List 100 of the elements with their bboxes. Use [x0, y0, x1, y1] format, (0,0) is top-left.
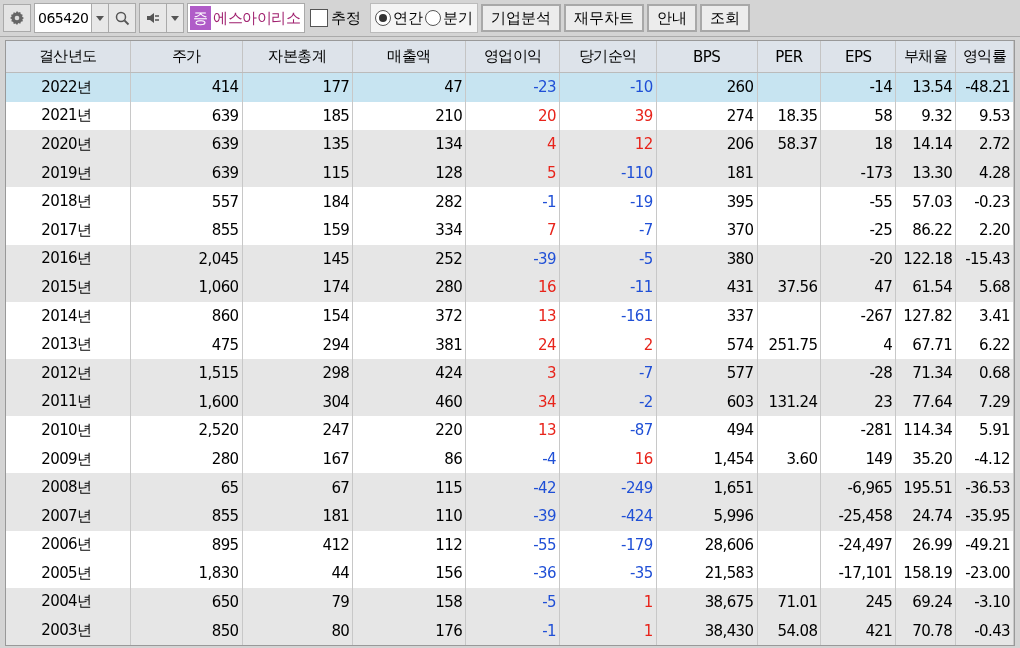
column-header[interactable]: 매출액: [353, 41, 467, 72]
column-header[interactable]: 당기순익: [559, 41, 657, 72]
table-cell: -179: [621, 535, 653, 554]
column-header[interactable]: 결산년도: [6, 41, 131, 72]
table-cell: 67: [331, 478, 350, 497]
table-cell: -1: [542, 192, 556, 211]
table-cell: -6,965: [847, 478, 893, 497]
table-cell: 128: [435, 164, 463, 183]
table-cell: 395: [726, 192, 754, 211]
column-header[interactable]: EPS: [821, 41, 897, 72]
table-cell: 174: [322, 278, 350, 297]
column-header[interactable]: 영업이익: [466, 41, 560, 72]
period-label: 분기: [443, 8, 474, 28]
table-cell: 2007년: [41, 506, 92, 526]
period-radio[interactable]: [375, 10, 392, 26]
table-cell: 12: [634, 135, 653, 154]
column-header[interactable]: 영익률: [956, 41, 1014, 72]
table-cell: 69.24: [912, 593, 953, 611]
toolbar-button[interactable]: 기업분석: [481, 4, 562, 32]
table-cell: 28,606: [704, 535, 754, 554]
table-cell: -3.10: [974, 593, 1011, 611]
table-cell: 13.30: [912, 164, 953, 183]
table-cell: 2018년: [41, 192, 92, 212]
estimate-checkbox[interactable]: [310, 9, 329, 27]
table-cell: 13: [538, 307, 556, 326]
company-name-field[interactable]: 증 에스아이리소: [187, 3, 306, 33]
dropdown-button[interactable]: [166, 4, 184, 32]
table-cell: 38,675: [704, 593, 754, 611]
settings-button[interactable]: [3, 4, 31, 32]
table-cell: 38,430: [704, 621, 754, 640]
table-cell: 67.71: [912, 335, 953, 354]
table-cell: -1: [542, 621, 556, 640]
table-cell: 71.34: [912, 364, 953, 383]
table-cell: 54.08: [777, 621, 818, 640]
table-cell: 280: [435, 278, 463, 297]
table-cell: 2013년: [41, 335, 92, 355]
table-cell: 167: [322, 450, 350, 468]
table-cell: 58: [874, 106, 893, 125]
period-radio[interactable]: [425, 10, 442, 26]
table-cell: 2021년: [41, 106, 92, 126]
table-cell: 424: [435, 364, 463, 383]
table-cell: 115: [435, 478, 463, 497]
column-header[interactable]: 부채율: [896, 41, 957, 72]
table-cell: 2009년: [41, 449, 92, 469]
table-cell: 2008년: [41, 478, 92, 498]
table-cell: 65: [220, 478, 239, 497]
table-cell: 71.01: [777, 593, 818, 611]
column-header[interactable]: BPS: [656, 41, 758, 72]
table-cell: -7: [638, 364, 653, 383]
table-cell: -249: [621, 478, 653, 497]
table-cell: 58.37: [777, 135, 818, 154]
column-header[interactable]: 자본총계: [242, 41, 354, 72]
table-cell: 21,583: [704, 564, 754, 583]
table-cell: 494: [726, 421, 754, 440]
table-cell: 1,060: [198, 278, 239, 297]
table-cell: -28: [869, 364, 893, 383]
speaker-button[interactable]: [140, 4, 167, 32]
table-cell: -39: [533, 249, 556, 268]
table-cell: -25,458: [838, 507, 893, 526]
table-cell: -15.43: [965, 249, 1011, 268]
table-cell: -14: [869, 78, 893, 97]
toolbar-button[interactable]: 조회: [700, 4, 751, 32]
table-cell: 6.22: [979, 335, 1011, 354]
table-cell: -7: [638, 221, 653, 240]
table-cell: 5,996: [713, 507, 754, 526]
table-cell: 131.24: [768, 392, 818, 411]
table-cell: -20: [869, 249, 893, 268]
table-cell: 158: [435, 593, 463, 611]
table-cell: 57.03: [912, 192, 953, 211]
table-cell: 47: [444, 78, 463, 97]
table-cell: 2: [643, 335, 653, 354]
table-cell: -11: [630, 278, 653, 297]
table-cell: 115: [322, 164, 350, 183]
table-cell: 86: [444, 450, 463, 468]
table-cell: 5.68: [979, 278, 1011, 297]
table-cell: 855: [211, 221, 239, 240]
column-header[interactable]: 주가: [130, 41, 243, 72]
table-cell: 260: [726, 78, 754, 97]
table-cell: -4.12: [974, 450, 1011, 468]
table-cell: 2.72: [979, 135, 1011, 154]
toolbar-button[interactable]: 안내: [647, 4, 698, 32]
table-cell: 77.64: [912, 392, 953, 411]
toolbar-button[interactable]: 재무차트: [564, 4, 645, 32]
table-cell: 181: [322, 507, 350, 526]
table-cell: 154: [322, 307, 350, 326]
table-cell: 639: [211, 164, 239, 183]
speaker-icon: [146, 11, 161, 25]
table-cell: 460: [435, 392, 463, 411]
table-cell: 860: [211, 307, 239, 326]
table-cell: -2: [638, 392, 653, 411]
table-cell: -10: [630, 78, 653, 97]
table-cell: -4: [542, 450, 556, 468]
table-cell: 5: [546, 164, 556, 183]
table-cell: -424: [621, 507, 653, 526]
column-header[interactable]: PER: [757, 41, 822, 72]
table-cell: 3.60: [786, 450, 818, 468]
table-cell: 16: [538, 278, 556, 297]
table-cell: 159: [322, 221, 350, 240]
table-cell: 34: [538, 392, 556, 411]
table-cell: 334: [435, 221, 463, 240]
